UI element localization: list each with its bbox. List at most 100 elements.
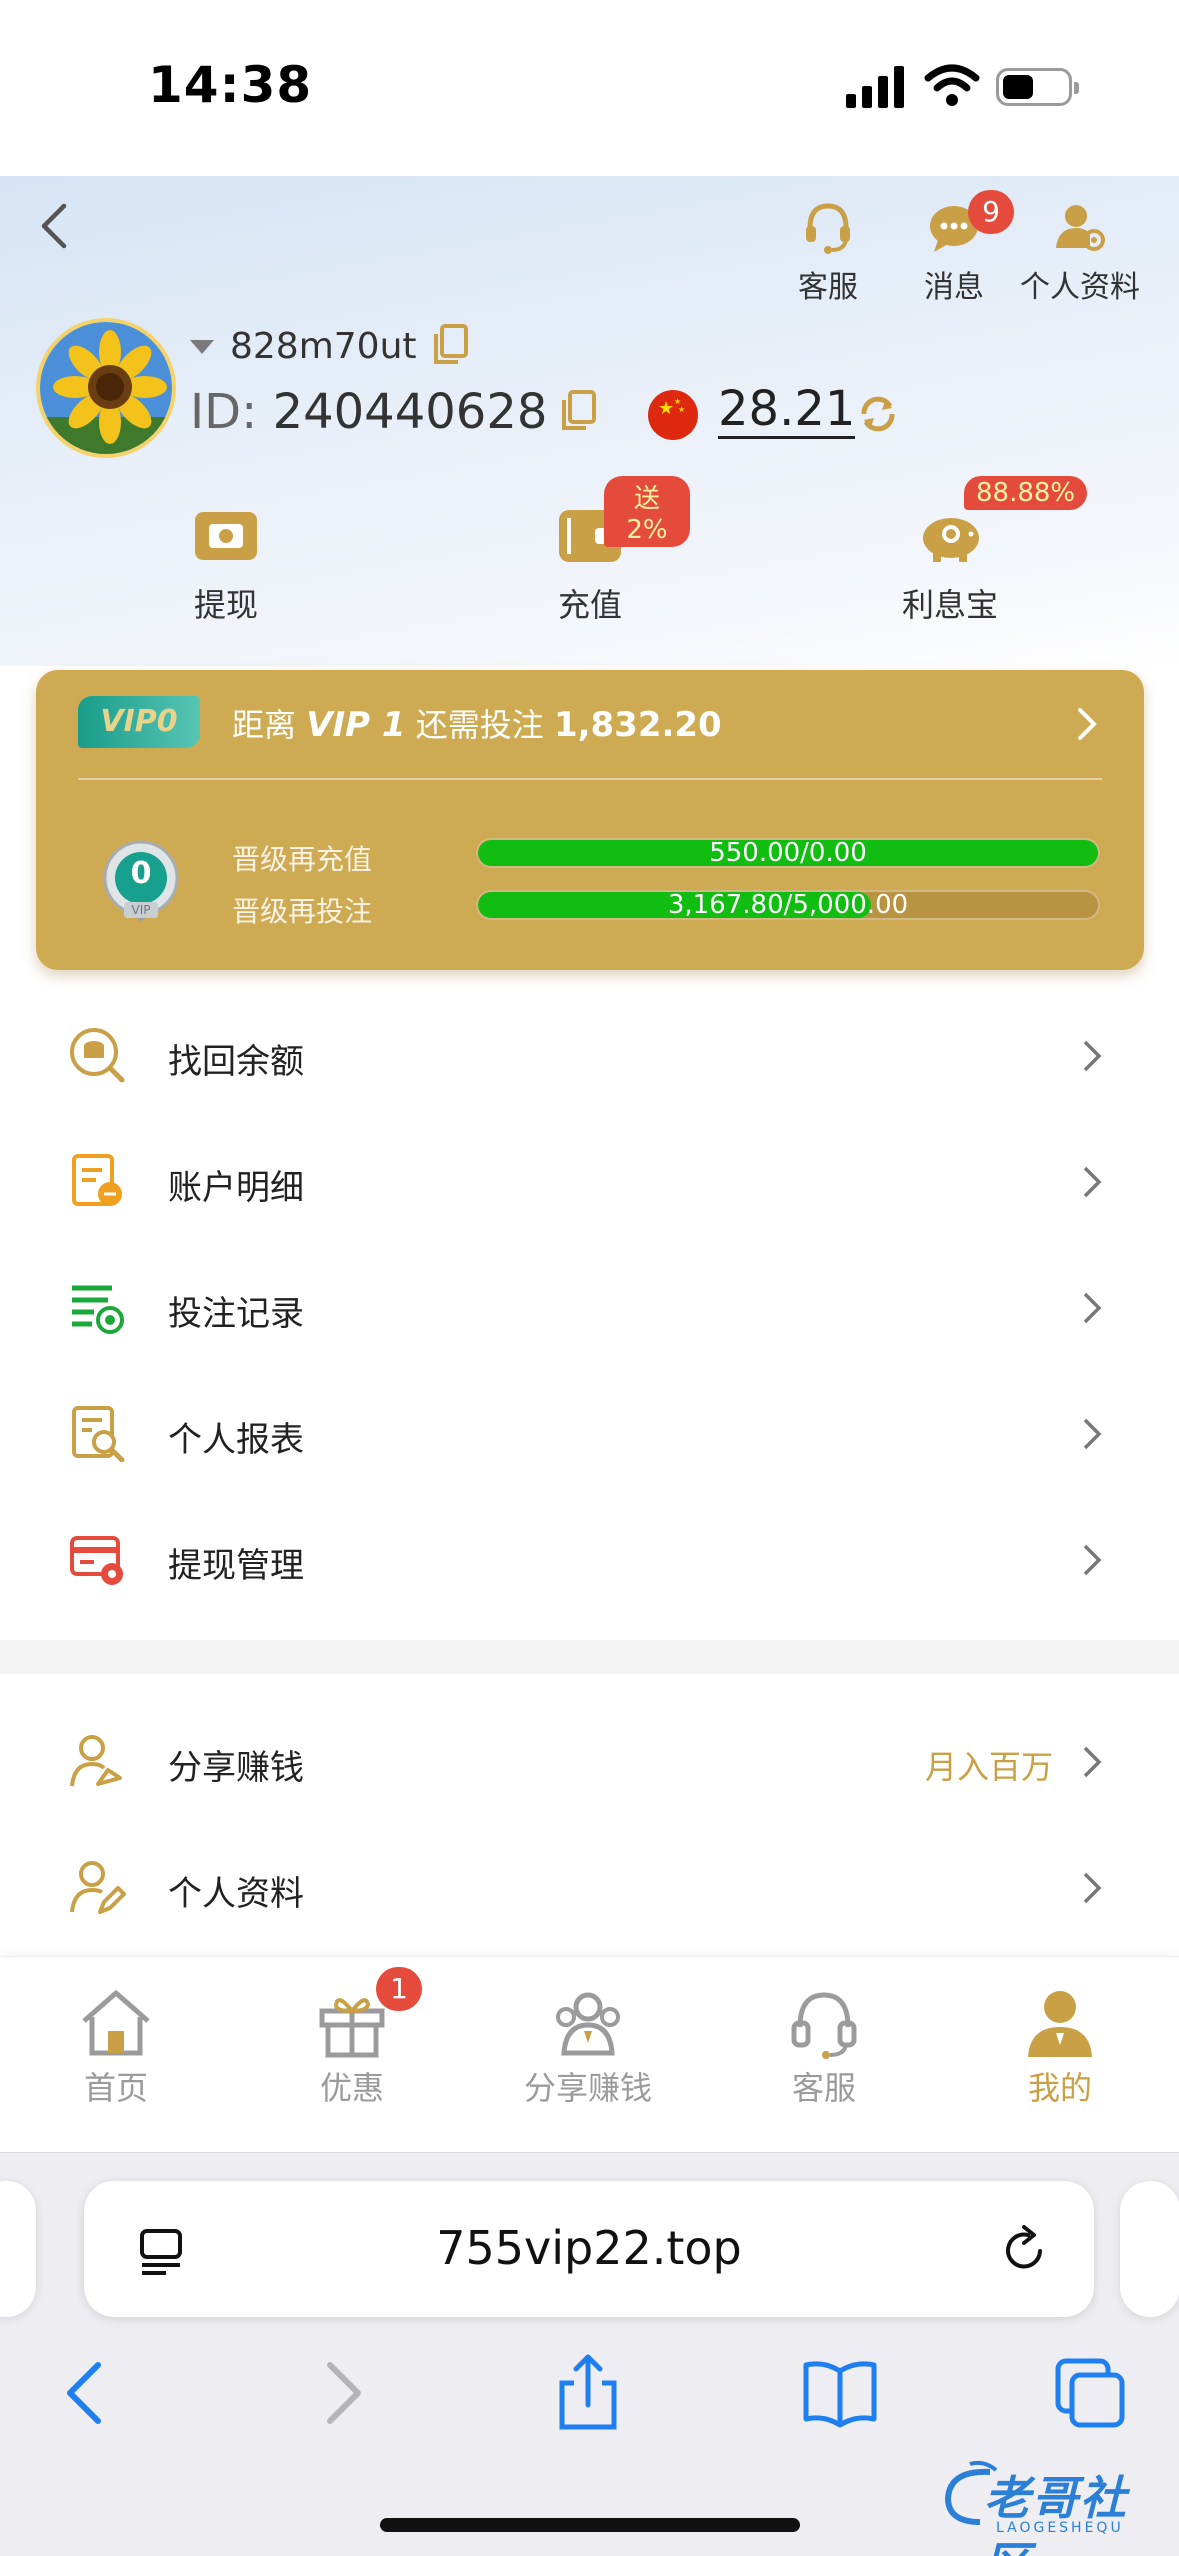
menu-label: 提现管理 — [168, 1546, 304, 1586]
quick-action-label: 提现 — [193, 586, 258, 624]
user-edit-icon — [70, 1861, 126, 1914]
interest-treasure-button[interactable]: 利息宝 88.88% — [850, 476, 1088, 626]
menu-item-withdraw-management[interactable]: 提现管理 — [0, 1496, 1179, 1622]
progress-bar-deposit: 550.00/0.00 — [476, 838, 1100, 868]
previous-tab-card[interactable] — [0, 2181, 36, 2317]
copy-id-icon[interactable] — [558, 388, 598, 432]
chevron-right-icon — [1083, 1040, 1102, 1072]
copy-username-icon[interactable] — [430, 322, 470, 366]
bookmarks-icon[interactable] — [800, 2353, 880, 2433]
share-earn-icon — [556, 1992, 620, 2056]
svg-text:★: ★ — [658, 398, 674, 419]
withdraw-icon — [195, 512, 257, 560]
next-tab-card[interactable] — [1120, 2181, 1179, 2317]
vip-next-level: VIP 1 — [306, 705, 406, 745]
quick-action-label: 充值 — [557, 586, 622, 624]
menu-item-share-earn[interactable]: 分享赚钱 月入百万 — [0, 1698, 1179, 1824]
interest-rate-tag: 88.88% — [964, 476, 1088, 510]
balance-amount[interactable]: 28.21 — [718, 382, 856, 439]
header-profile[interactable]: 个人资料 — [1020, 196, 1140, 306]
tab-label: 分享赚钱 — [523, 2069, 652, 2107]
refresh-balance-icon[interactable] — [856, 392, 900, 436]
chevron-right-icon — [1083, 1292, 1102, 1324]
menu-label: 找回余额 — [168, 1042, 304, 1082]
header-icon-label: 消息 — [924, 270, 984, 305]
username: 828m70ut — [230, 326, 417, 367]
vip-distance-amount: 1,832.20 — [553, 705, 722, 745]
progress-bar-bet: 3,167.80/5,000.00 — [476, 890, 1100, 920]
tab-mine[interactable]: 我的 — [960, 1987, 1160, 2109]
svg-text:★: ★ — [678, 405, 685, 414]
tab-share-earn[interactable]: 分享赚钱 — [488, 1987, 688, 2109]
card-settings-icon — [70, 1536, 123, 1585]
progress-text-bet: 3,167.80/5,000.00 — [667, 890, 909, 920]
tab-home[interactable]: 首页 — [16, 1987, 216, 2109]
chevron-right-icon — [1083, 1872, 1102, 1904]
deposit-bonus-tag: 送2% — [604, 476, 690, 547]
tab-label: 优惠 — [319, 2069, 384, 2107]
vip-level-pill: VIP0 — [78, 696, 200, 748]
avatar[interactable] — [36, 318, 176, 458]
menu-item-profile[interactable]: 个人资料 — [0, 1824, 1179, 1950]
progress-text-deposit: 550.00/0.00 — [709, 838, 867, 868]
browser-forward-icon[interactable] — [300, 2353, 380, 2433]
china-flag-icon: ★ ★ ★ — [648, 390, 698, 440]
tab-customer-service[interactable]: 客服 — [724, 1987, 924, 2109]
vip-medal-number: 0 — [130, 856, 152, 891]
account-detail-icon — [72, 1154, 122, 1206]
chevron-right-icon — [1083, 1544, 1102, 1576]
progress-label-bet: 晋级再投注 — [232, 895, 373, 928]
report-search-icon — [72, 1406, 125, 1462]
piggy-bank-icon — [923, 518, 979, 562]
header-icon-label: 客服 — [798, 270, 858, 305]
header-messages[interactable]: 消息 9 — [894, 190, 1014, 306]
url-text: 755vip22.top — [436, 2221, 742, 2275]
reload-icon[interactable] — [998, 2223, 1050, 2275]
address-bar[interactable]: 755vip22.top — [84, 2181, 1094, 2317]
withdraw-button[interactable]: 提现 — [126, 506, 326, 626]
account-switch-caret-icon[interactable] — [190, 340, 214, 354]
tabs-icon[interactable] — [1050, 2353, 1130, 2433]
watermark-subtext: LAOGESHEQU — [996, 2520, 1124, 2536]
tab-promotions[interactable]: 优惠 1 — [252, 1967, 452, 2109]
vip-card[interactable]: VIP0 距离 VIP 1 还需投注 1,832.20 0 VIP 晋级再充值 … — [36, 670, 1144, 970]
menu-item-recover-balance[interactable]: 找回余额 — [0, 992, 1179, 1118]
coin-search-icon — [70, 1028, 125, 1083]
browser-back-icon[interactable] — [48, 2353, 128, 2433]
menu-item-personal-report[interactable]: 个人报表 — [0, 1370, 1179, 1496]
bottom-tab-bar: 首页 优惠 1 分享赚钱 客服 我的 — [0, 1956, 1179, 2152]
bet-record-icon — [72, 1285, 124, 1334]
chevron-right-icon — [1083, 1746, 1102, 1778]
vip-medal-caption: VIP — [131, 903, 151, 917]
header-customer-service[interactable]: 客服 — [768, 196, 888, 306]
user-settings-icon — [1056, 205, 1105, 251]
vip-distance-text: 距离 VIP 1 还需投注 1,832.20 — [232, 700, 722, 746]
home-icon — [82, 1990, 150, 2056]
watermark-logo: 老哥社区 LAOGESHEQU — [940, 2456, 1166, 2556]
user-share-icon — [70, 1735, 122, 1787]
menu-label: 分享赚钱 — [168, 1748, 304, 1788]
user-id-prefix: ID: — [190, 384, 258, 440]
quick-action-label: 利息宝 — [901, 586, 998, 624]
share-icon[interactable] — [548, 2353, 628, 2433]
menu-group-social: 分享赚钱 月入百万 个人资料 — [0, 1698, 1179, 1950]
status-time: 14:38 — [148, 56, 313, 114]
person-icon — [1028, 1991, 1092, 2057]
chevron-right-icon — [1083, 1166, 1102, 1198]
back-chevron-icon[interactable] — [28, 198, 84, 254]
menu-item-account-details[interactable]: 账户明细 — [0, 1118, 1179, 1244]
menu-item-bet-records[interactable]: 投注记录 — [0, 1244, 1179, 1370]
progress-label-deposit: 晋级再充值 — [232, 843, 373, 876]
menu-label: 投注记录 — [168, 1294, 304, 1334]
header-icon-label: 个人资料 — [1020, 270, 1140, 305]
deposit-button[interactable]: 充值 送2% — [490, 476, 690, 626]
sunflower-avatar-image — [40, 322, 172, 454]
vip-distance-prefix: 距离 — [232, 706, 297, 744]
promotions-count-badge: 1 — [376, 1967, 422, 2011]
headset-icon — [791, 1992, 857, 2059]
divider — [78, 778, 1102, 780]
vip-medal-icon: 0 VIP — [96, 838, 186, 928]
battery-icon — [996, 68, 1079, 106]
chevron-right-icon[interactable] — [1072, 704, 1102, 744]
cellular-signal-icon — [846, 64, 906, 108]
